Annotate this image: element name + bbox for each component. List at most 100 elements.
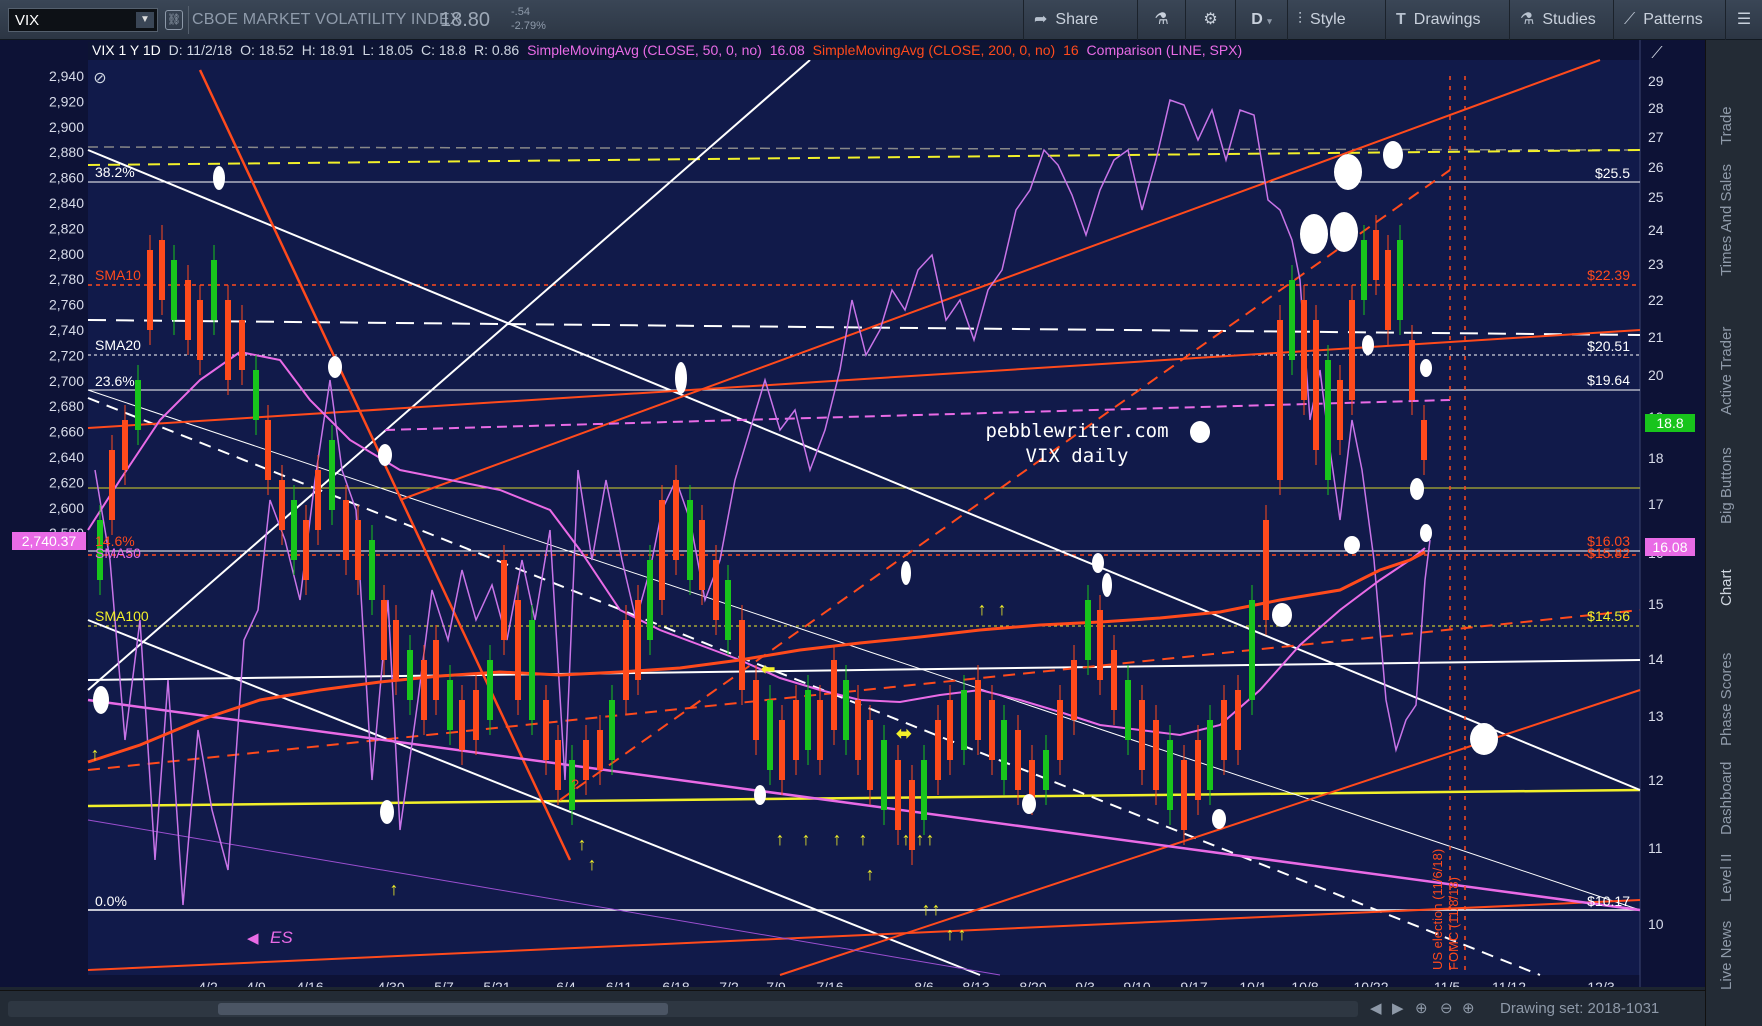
candle-body — [1207, 720, 1213, 790]
crosshair-icon[interactable]: ⊕ — [1415, 999, 1428, 1017]
candle-body — [501, 560, 507, 640]
side-tab-phase-scores[interactable]: Phase Scores — [1718, 653, 1735, 746]
candle-body — [225, 300, 231, 380]
right-axis-tick: 17 — [1648, 496, 1664, 512]
pivot-marker — [1334, 154, 1362, 190]
candle-body — [1153, 720, 1159, 790]
candle-body — [867, 720, 873, 790]
candle-body — [1263, 520, 1269, 620]
right-axis-tick: 11 — [1648, 840, 1663, 856]
candle-body — [265, 420, 271, 480]
cursor-mode-icon: ⊘ — [93, 70, 106, 87]
candle-body — [1043, 750, 1049, 790]
candle-body — [1125, 680, 1131, 740]
flask-button[interactable]: ⚗ — [1137, 0, 1185, 40]
horizontal-scrollbar[interactable] — [8, 1001, 1358, 1017]
candle-body — [855, 700, 861, 760]
share-label: Share — [1055, 11, 1099, 28]
side-tab-live-news[interactable]: Live News — [1718, 921, 1735, 990]
candle-body — [1167, 740, 1173, 810]
scrollbar-thumb[interactable] — [218, 1003, 668, 1015]
left-axis-tick: 2,900 — [49, 119, 84, 135]
legend-sma50[interactable]: SimpleMovingAvg (CLOSE, 50, 0, no) — [527, 42, 762, 58]
x-axis-tick: 9/17 — [1180, 979, 1207, 987]
symbol-dropdown-icon[interactable]: ▼ — [136, 12, 154, 28]
left-axis-tick: 2,860 — [49, 170, 84, 186]
candle-body — [1373, 230, 1379, 280]
candle-body — [343, 500, 349, 560]
x-axis-tick: 5/21 — [483, 979, 510, 987]
chevron-left-icon[interactable]: ◀ — [1370, 999, 1382, 1017]
x-axis-tick: 4/2 — [198, 979, 218, 987]
x-axis-tick: 10/22 — [1353, 979, 1388, 987]
watermark-site: pebblewriter.com — [985, 420, 1168, 442]
pivot-marker — [1420, 524, 1432, 542]
side-tab-trade[interactable]: Trade — [1718, 106, 1735, 145]
x-axis-tick: 8/6 — [914, 979, 934, 987]
price-chart[interactable]: 2,940 2,920 2,900 2,880 2,860 2,840 2,820 2,800… — [0, 40, 1705, 987]
legend-sma200[interactable]: SimpleMovingAvg (CLOSE, 200, 0, no) — [813, 42, 1056, 58]
symbol-input[interactable]: VIX ▼ — [8, 8, 158, 32]
candle-body — [817, 700, 823, 760]
right-sidebar: Trade Times And Sales Active Trader Big But… — [1705, 40, 1762, 1026]
style-button[interactable]: ⫶ Style — [1287, 0, 1385, 40]
right-axis-tick: 10 — [1648, 916, 1664, 932]
x-axis-tick: 6/18 — [662, 979, 689, 987]
side-tab-chart[interactable]: Chart — [1718, 569, 1735, 606]
menu-button[interactable]: ☰ — [1725, 0, 1762, 40]
legend-comparison[interactable]: Comparison (LINE, SPX) — [1087, 42, 1243, 58]
chart-legend: VIX 1 Y 1D D: 11/2/18 O: 18.52 H: 18.91 … — [88, 42, 1251, 60]
candle-body — [291, 500, 297, 560]
side-tab-big-buttons[interactable]: Big Buttons — [1718, 447, 1735, 524]
zoom-out-icon[interactable]: ⊖ — [1440, 999, 1453, 1017]
chart-canvas[interactable]: 2,940 2,920 2,900 2,880 2,860 2,840 2,820 2,800… — [0, 40, 1705, 987]
settings-button[interactable]: ⚙ — [1185, 0, 1235, 40]
side-tab-active-trader[interactable]: Active Trader — [1718, 327, 1735, 415]
legend-date: D: 11/2/18 — [168, 42, 233, 58]
yellow-arrow-icon: ↑ — [859, 829, 868, 849]
patterns-button[interactable]: ⟋ Patterns — [1613, 0, 1725, 40]
right-axis-tick: 23 — [1648, 256, 1664, 272]
side-tab-level-ii[interactable]: Level II — [1718, 854, 1735, 902]
x-axis-tick: 10/1 — [1239, 979, 1266, 987]
candle-body — [1277, 320, 1283, 480]
drawing-tool-icon: ⟋ — [1651, 45, 1663, 62]
level-14-56-label: $14.56 — [1587, 608, 1630, 624]
studies-button[interactable]: ⚗ Studies — [1509, 0, 1613, 40]
yellow-arrow-icon: ↑ — [916, 829, 925, 849]
pivot-marker — [675, 362, 687, 394]
candle-body — [355, 520, 361, 580]
last-price: 18.80 — [440, 9, 491, 31]
drawing-set-label[interactable]: Drawing set: 2018-1031 — [1500, 1000, 1659, 1017]
side-tab-dashboard[interactable]: Dashboard — [1718, 762, 1735, 835]
candle-body — [433, 640, 439, 700]
yellow-arrow-icon: ↑ — [902, 829, 911, 849]
right-axis-tick: 12 — [1648, 772, 1664, 788]
zoom-in-icon[interactable]: ⊕ — [1462, 999, 1475, 1017]
candle-body — [687, 500, 693, 580]
candle-body — [1097, 610, 1103, 680]
pattern-icon: ⟋ — [1624, 11, 1636, 28]
left-axis-tick: 2,700 — [49, 373, 84, 389]
left-axis-tick: 2,920 — [49, 93, 84, 109]
candle-body — [1301, 300, 1307, 400]
right-axis-tick: 18 — [1648, 450, 1664, 466]
side-tab-times-and-sales[interactable]: Times And Sales — [1718, 164, 1735, 276]
level-22-39-label: $22.39 — [1587, 267, 1630, 283]
share-button[interactable]: ➦ Share — [1023, 0, 1137, 40]
sma100-label: SMA100 — [95, 608, 149, 624]
drawings-button[interactable]: T Drawings — [1385, 0, 1509, 40]
link-chain-icon[interactable]: ⛓ — [165, 10, 183, 30]
candle-body — [1057, 700, 1063, 760]
candle-body — [421, 660, 427, 720]
candle-body — [843, 680, 849, 740]
candle-body — [583, 740, 589, 780]
yellow-arrow-icon: ↑ — [776, 829, 785, 849]
left-axis-tick: 2,720 — [49, 347, 84, 363]
share-icon: ➦ — [1034, 11, 1048, 28]
chevron-right-icon[interactable]: ▶ — [1392, 999, 1404, 1017]
candle-body — [159, 240, 165, 300]
candle-body — [961, 690, 967, 750]
candle-body — [171, 260, 177, 320]
timeframe-button[interactable]: D ▾ — [1235, 0, 1287, 40]
